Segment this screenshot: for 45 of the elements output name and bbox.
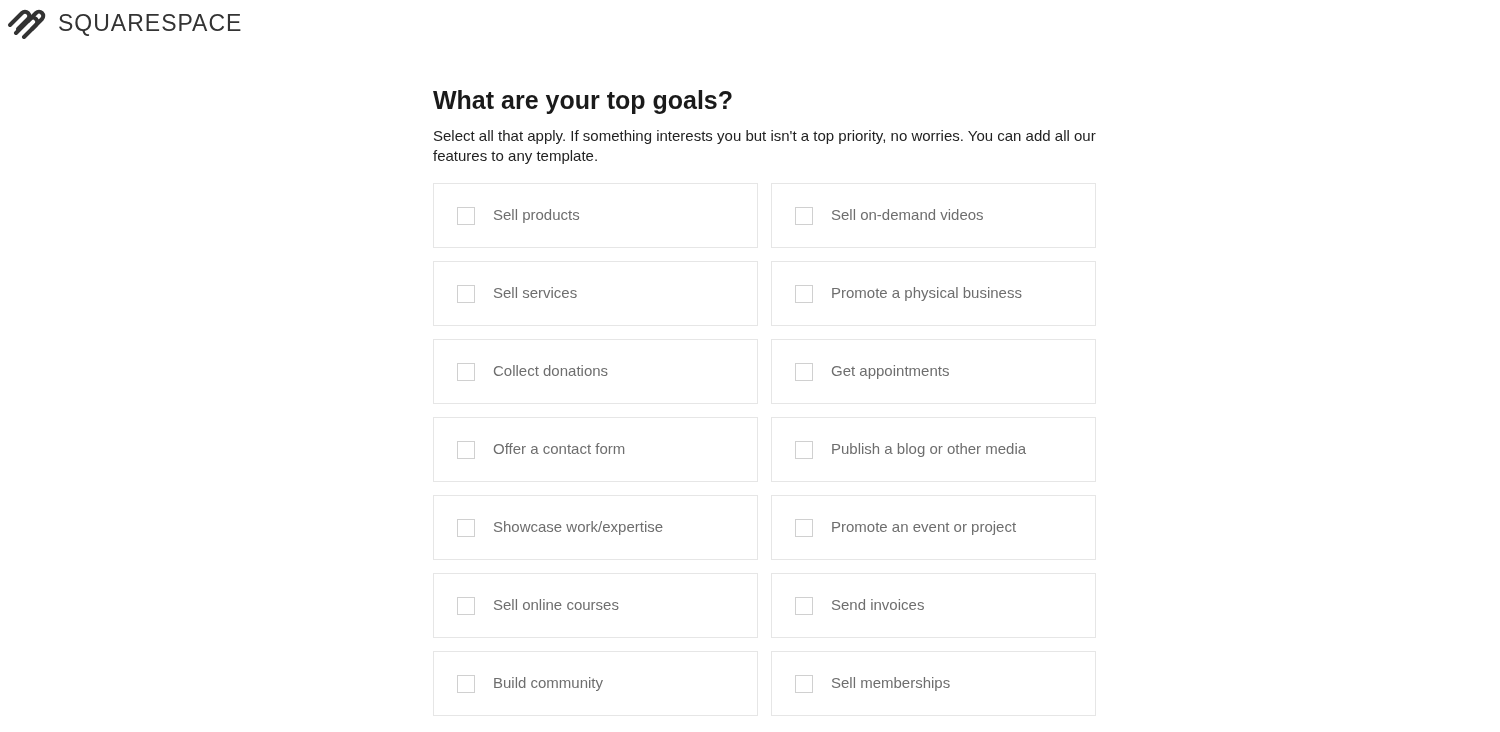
goal-option[interactable]: Collect donations xyxy=(433,339,758,404)
goal-option[interactable]: Sell online courses xyxy=(433,573,758,638)
checkbox[interactable] xyxy=(795,284,813,303)
goal-option[interactable]: Build community xyxy=(433,651,758,716)
goal-label: Sell on-demand videos xyxy=(831,205,984,226)
checkbox[interactable] xyxy=(795,674,813,693)
goal-option[interactable]: Promote an event or project xyxy=(771,495,1096,560)
goal-option[interactable]: Promote a physical business xyxy=(771,261,1096,326)
description: Select all that apply. If something interests you but isn't a top priority, no worries. You can add all our features to any template. xyxy=(433,126,1097,166)
goal-option[interactable]: Offer a contact form xyxy=(433,417,758,482)
checkbox[interactable] xyxy=(457,284,475,303)
goal-label: Get appointments xyxy=(831,361,950,382)
goal-label: Sell products xyxy=(493,205,580,226)
goal-option[interactable]: Publish a blog or other media xyxy=(771,417,1096,482)
goal-label: Offer a contact form xyxy=(493,439,626,460)
goal-option[interactable]: Sell memberships xyxy=(771,651,1096,716)
goal-label: Promote a physical business xyxy=(831,283,1022,304)
checkbox[interactable] xyxy=(795,518,813,537)
checkbox[interactable] xyxy=(795,596,813,615)
goal-label: Collect donations xyxy=(493,361,609,382)
goal-option[interactable]: Get appointments xyxy=(771,339,1096,404)
logo-text: SQUARESPACE xyxy=(58,8,243,38)
goal-option[interactable]: Send invoices xyxy=(771,573,1096,638)
checkbox[interactable] xyxy=(457,206,475,225)
goal-option[interactable]: Showcase work/expertise xyxy=(433,495,758,560)
page-title: What are your top goals? xyxy=(433,85,735,116)
goal-label: Publish a blog or other media xyxy=(831,439,1027,460)
checkbox[interactable] xyxy=(795,440,813,459)
goal-option[interactable]: Sell on-demand videos xyxy=(771,183,1096,248)
goal-label: Showcase work/expertise xyxy=(493,517,664,538)
checkbox[interactable] xyxy=(457,362,475,381)
goal-label: Promote an event or project xyxy=(831,517,1017,538)
checkbox[interactable] xyxy=(457,674,475,693)
checkbox[interactable] xyxy=(457,596,475,615)
goal-option[interactable]: Sell products xyxy=(433,183,758,248)
checkbox[interactable] xyxy=(795,206,813,225)
checkbox[interactable] xyxy=(457,518,475,537)
goal-label: Send invoices xyxy=(831,595,925,616)
goal-label: Sell online courses xyxy=(493,595,619,616)
checkbox[interactable] xyxy=(795,362,813,381)
goal-label: Build community xyxy=(493,673,604,694)
goal-label: Sell memberships xyxy=(831,673,951,694)
goal-option[interactable]: Sell services xyxy=(433,261,758,326)
checkbox[interactable] xyxy=(457,440,475,459)
goal-label: Sell services xyxy=(493,283,578,304)
